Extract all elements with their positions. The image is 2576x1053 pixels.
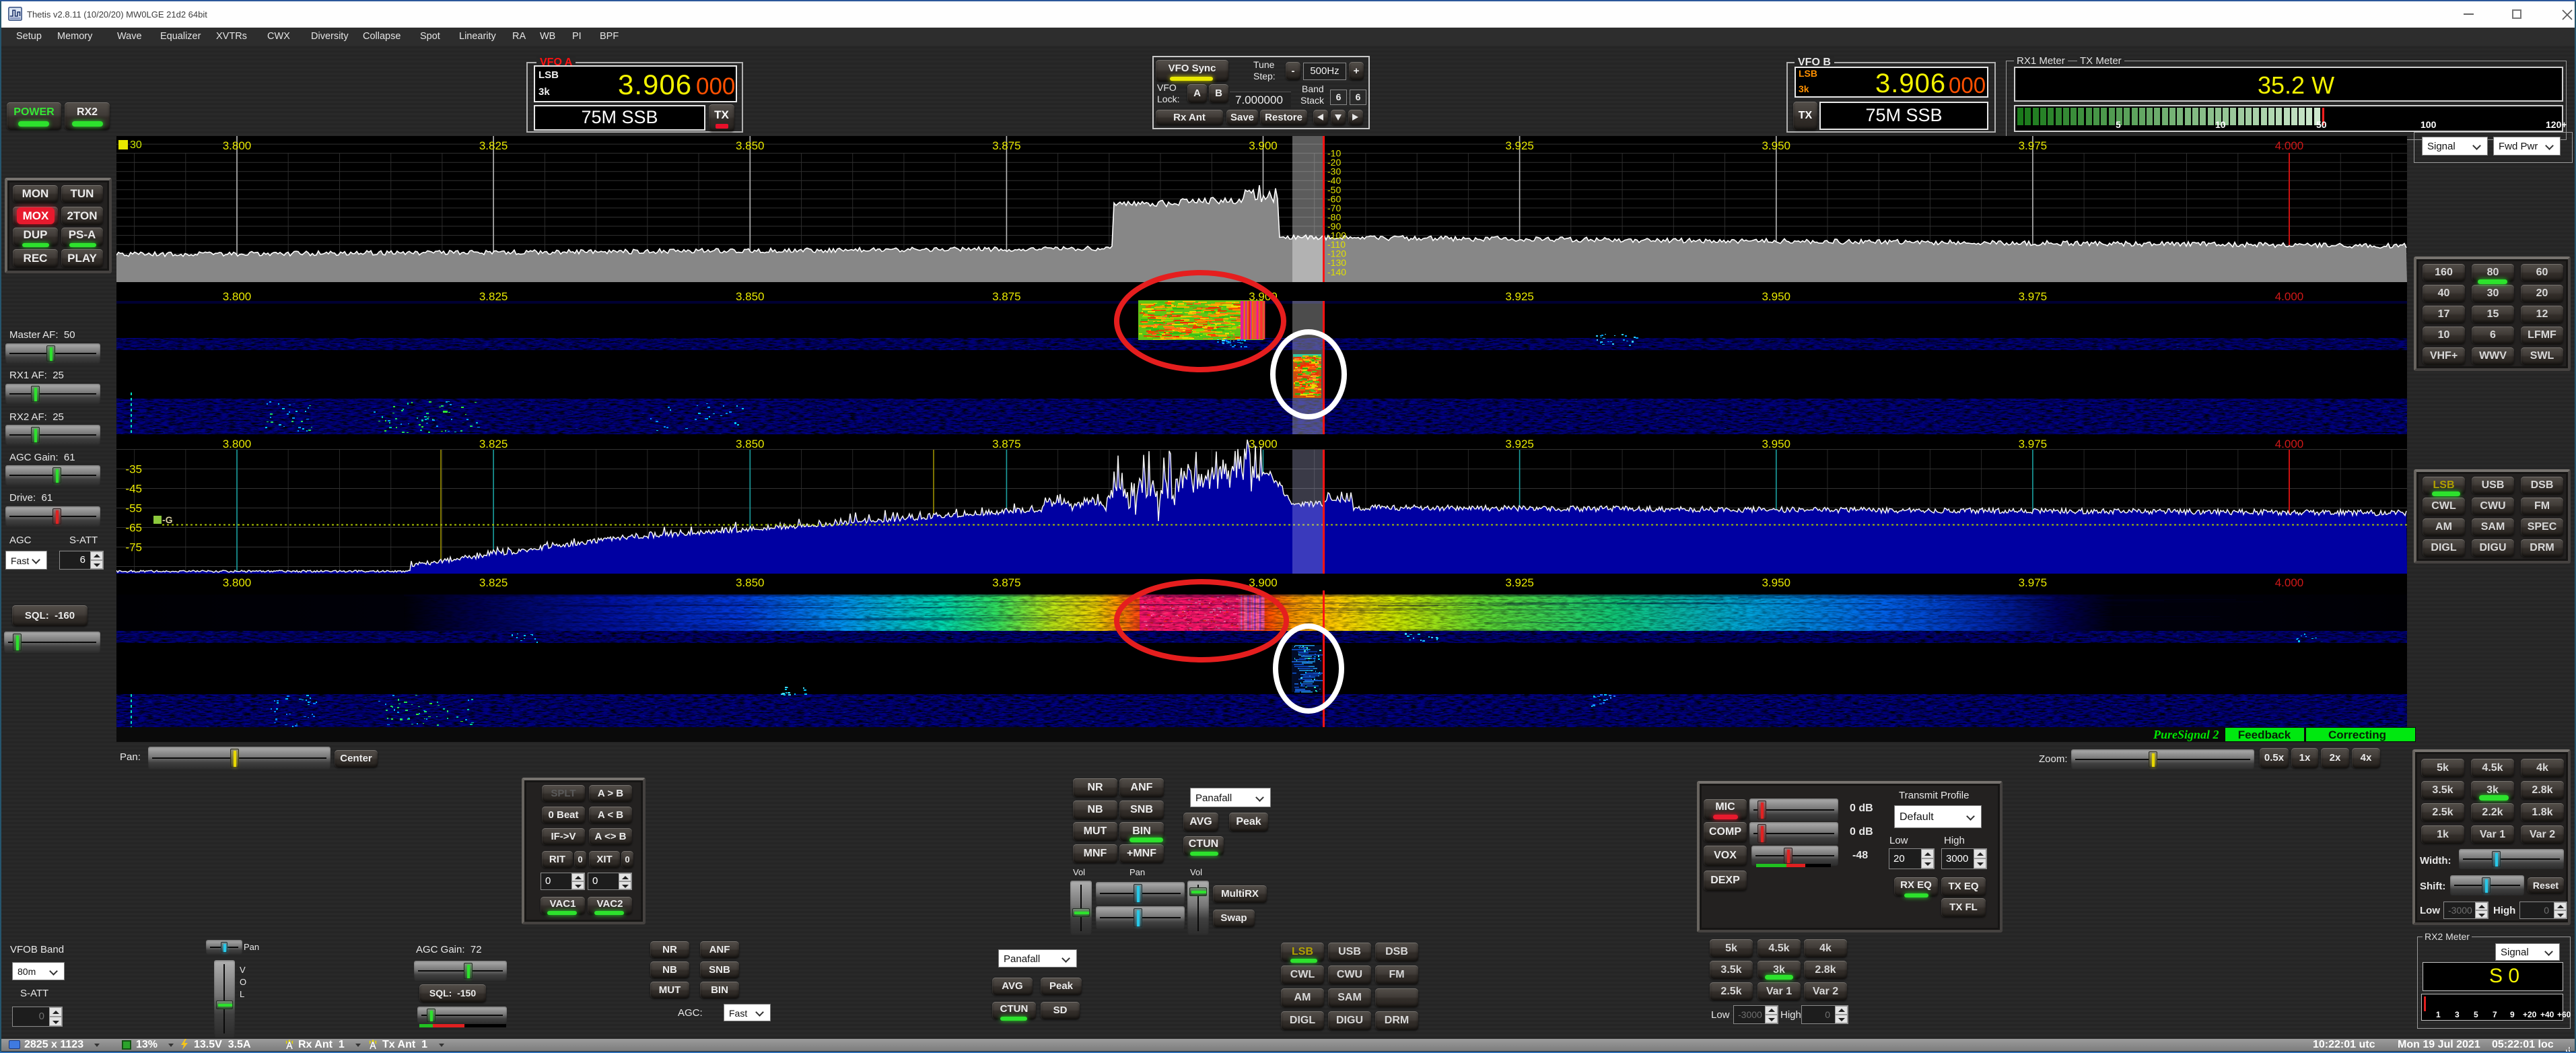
svg-text:3.900: 3.900	[1249, 438, 1278, 450]
svg-text:3.800: 3.800	[223, 438, 252, 450]
svg-text:3.875: 3.875	[992, 438, 1021, 450]
svg-text:-G: -G	[162, 514, 173, 525]
svg-text:3.925: 3.925	[1505, 576, 1534, 589]
svg-text:-140: -140	[1327, 267, 1346, 277]
svg-text:PureSignal 2: PureSignal 2	[2153, 728, 2219, 741]
svg-text:3.950: 3.950	[1762, 139, 1790, 152]
svg-text:3.975: 3.975	[2019, 139, 2048, 152]
svg-text:4.000: 4.000	[2275, 576, 2304, 589]
svg-text:3.850: 3.850	[736, 139, 765, 152]
svg-text:3.875: 3.875	[992, 576, 1021, 589]
svg-text:3.850: 3.850	[736, 438, 765, 450]
svg-text:-65: -65	[125, 522, 142, 535]
svg-text:3.825: 3.825	[479, 576, 508, 589]
svg-text:3.825: 3.825	[479, 438, 508, 450]
svg-text:3.925: 3.925	[1505, 438, 1534, 450]
svg-text:3.850: 3.850	[736, 576, 765, 589]
svg-text:-75: -75	[125, 541, 142, 554]
svg-text:3.800: 3.800	[223, 576, 252, 589]
svg-text:3.800: 3.800	[223, 139, 252, 152]
svg-text:4.000: 4.000	[2275, 438, 2304, 450]
svg-text:-35: -35	[125, 463, 142, 476]
svg-text:-45: -45	[125, 483, 142, 496]
svg-text:3.875: 3.875	[992, 139, 1021, 152]
svg-text:3.950: 3.950	[1762, 438, 1790, 450]
svg-text:Correcting: Correcting	[2328, 728, 2386, 741]
svg-text:3.975: 3.975	[2019, 438, 2048, 450]
svg-text:3.825: 3.825	[479, 139, 508, 152]
svg-text:4.000: 4.000	[2275, 139, 2304, 152]
svg-text:3.975: 3.975	[2019, 576, 2048, 589]
svg-text:-55: -55	[125, 502, 142, 515]
svg-text:Feedback: Feedback	[2238, 728, 2291, 741]
svg-text:3.900: 3.900	[1249, 139, 1278, 152]
svg-text:3.950: 3.950	[1762, 576, 1790, 589]
svg-text:3.925: 3.925	[1505, 139, 1534, 152]
svg-text:30: 30	[130, 139, 142, 151]
